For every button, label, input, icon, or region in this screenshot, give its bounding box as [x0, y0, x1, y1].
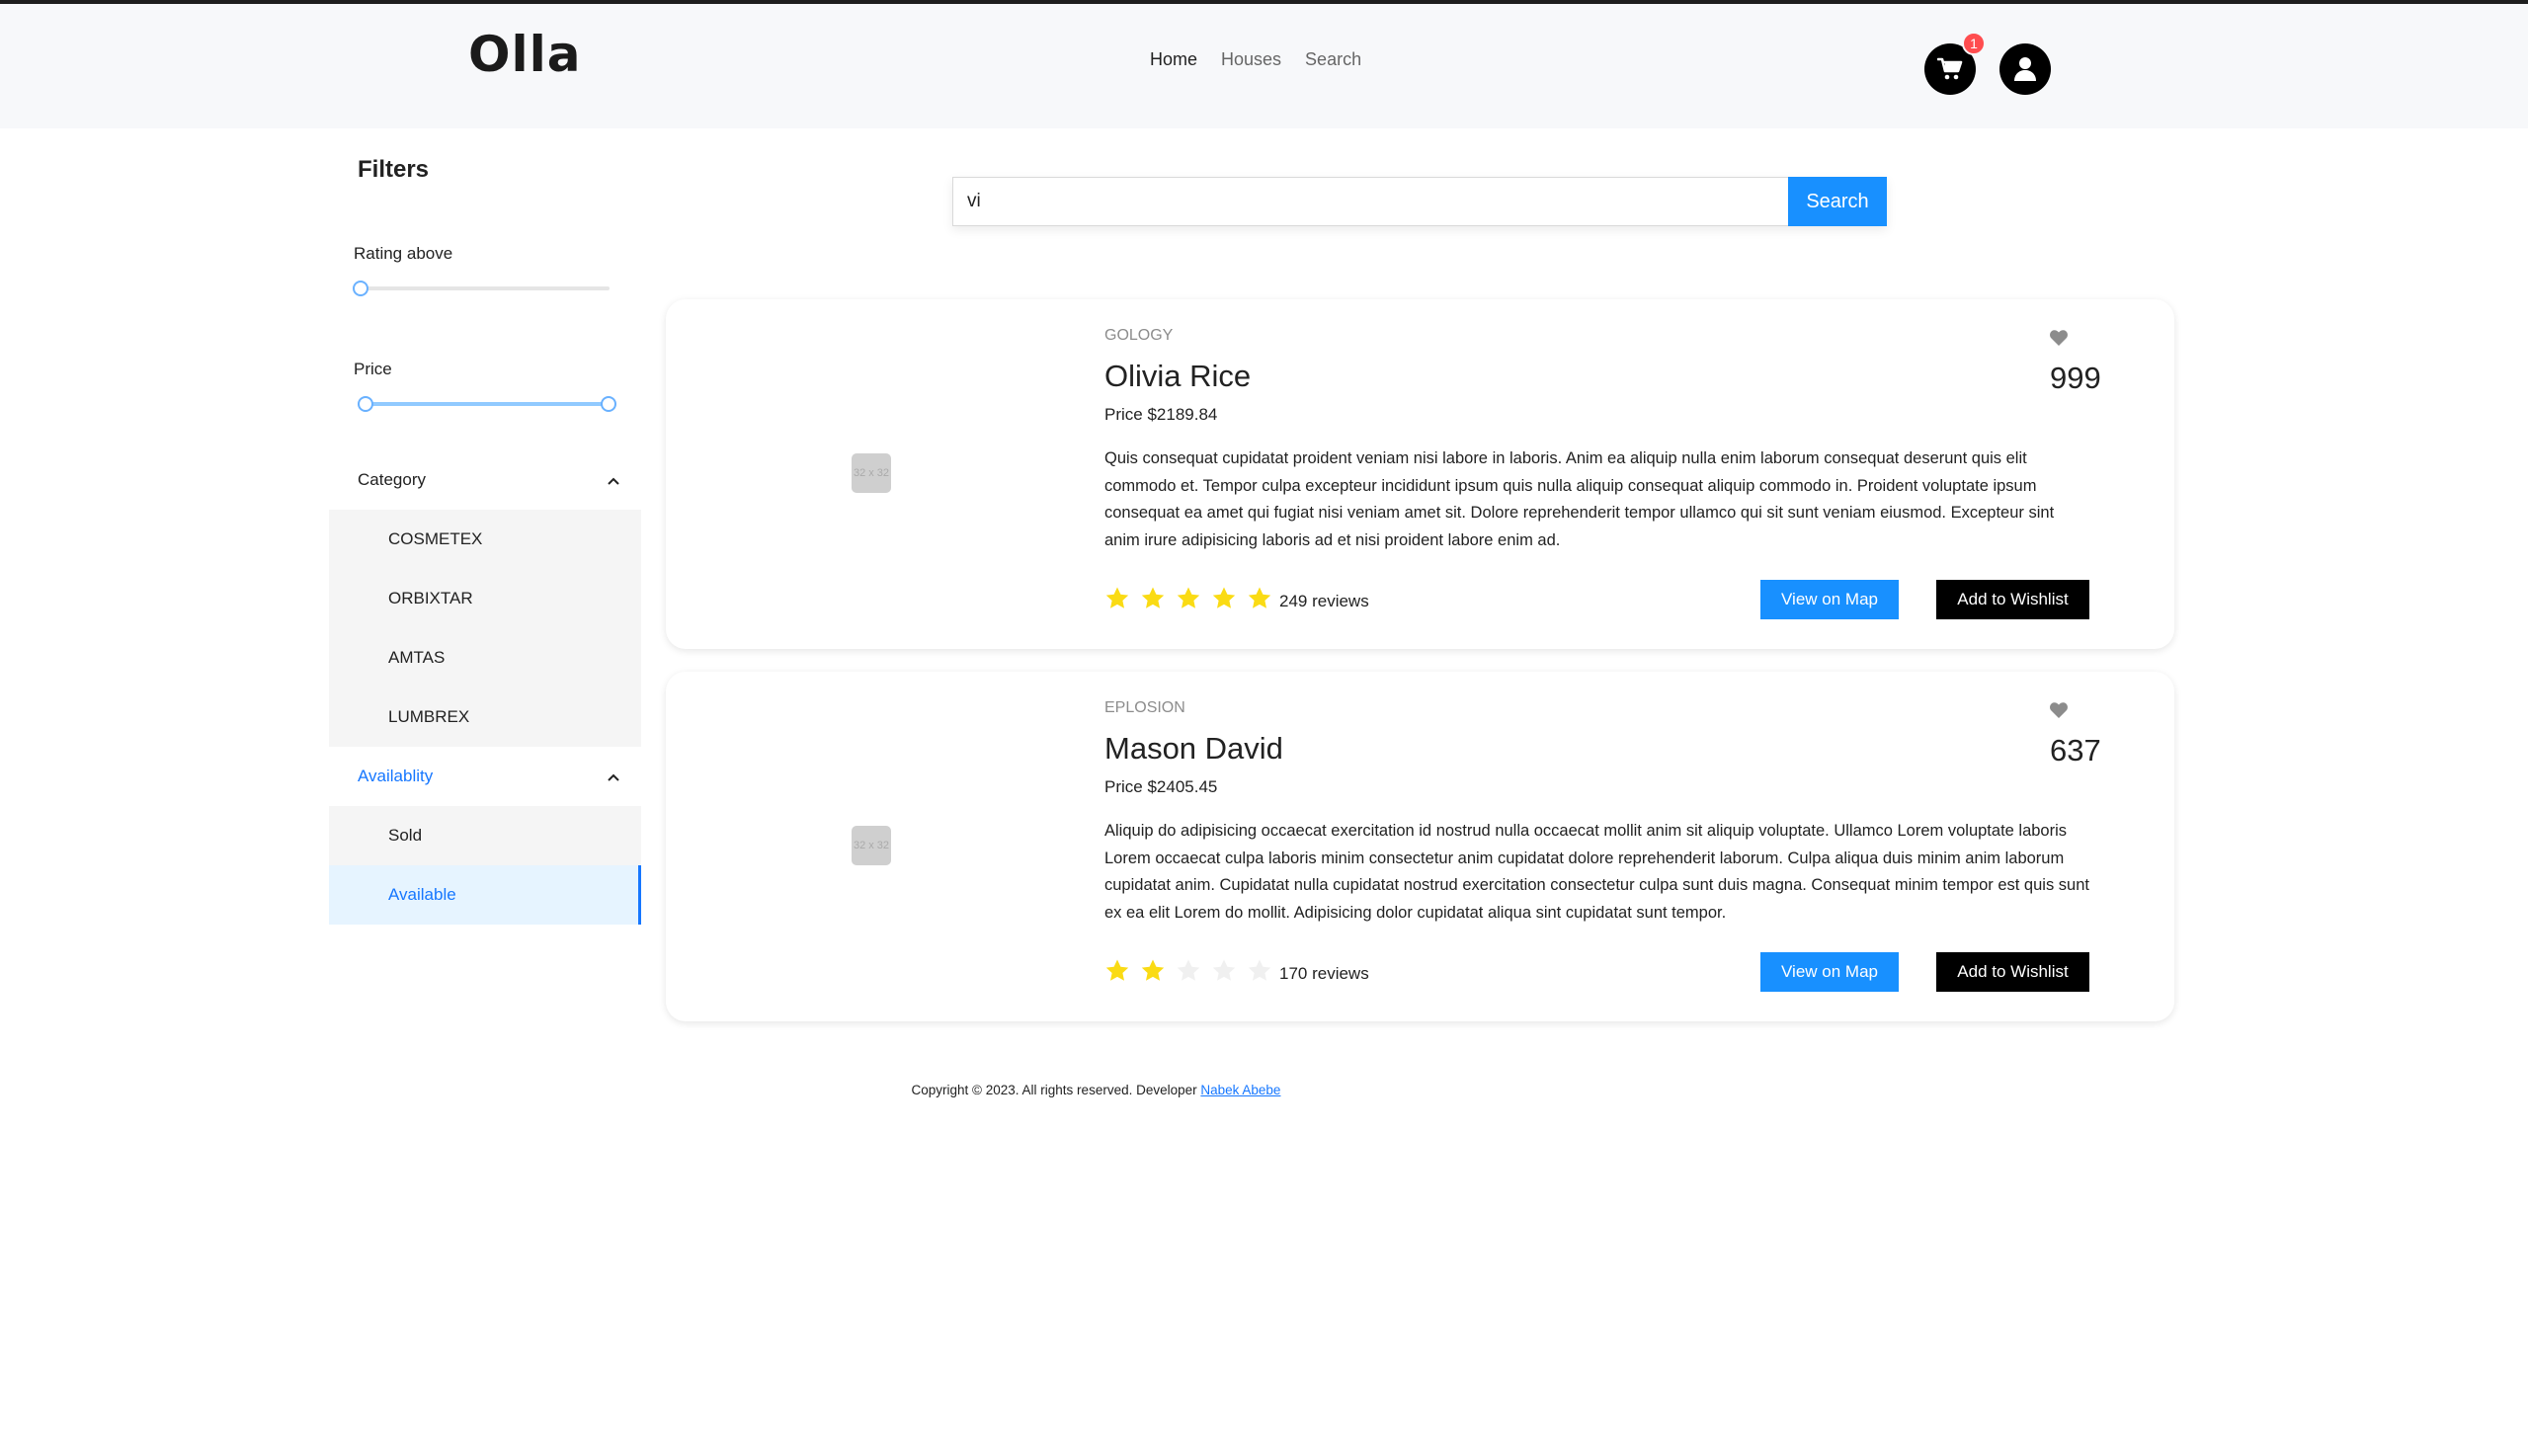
listing-card: 32 x 32 EPLOSION Mason David Price $2405.45…: [666, 672, 2174, 1021]
star-icon[interactable]: [1140, 958, 1166, 984]
listing-title: Mason David: [1104, 731, 1283, 766]
cart-icon: [1937, 57, 1963, 80]
nav-home[interactable]: Home: [1150, 49, 1197, 70]
filters-title: Filters: [358, 156, 430, 183]
listing-rating[interactable]: [1104, 958, 1272, 984]
listing-rating[interactable]: [1104, 586, 1272, 611]
nav-houses[interactable]: Houses: [1221, 49, 1281, 70]
availability-item-sold[interactable]: Sold: [329, 806, 641, 865]
listing-card: 32 x 32 GOLOGY Olivia Rice Price $2189.84 Qu…: [666, 299, 2174, 649]
developer-link[interactable]: Nabek Abebe: [1200, 1083, 1280, 1097]
rating-label: Rating above: [354, 244, 453, 263]
chevron-up-icon: [608, 472, 619, 488]
price-slider-max-handle[interactable]: [601, 396, 616, 412]
chevron-up-icon: [608, 768, 619, 784]
listing-price: Price $2189.84: [1104, 405, 1218, 424]
listing-description: Quis consequat cupidatat proident veniam…: [1104, 449, 2055, 549]
logo[interactable]: Olla: [468, 26, 582, 83]
listing-likes: 999: [2050, 361, 2101, 395]
listing-description: Aliquip do adipisicing occaecat exercita…: [1104, 822, 2089, 922]
star-icon[interactable]: [1140, 586, 1166, 611]
rating-slider-track[interactable]: [361, 286, 610, 290]
category-submenu-title[interactable]: Category: [329, 450, 641, 510]
category-item-cosmetex[interactable]: COSMETEX: [329, 510, 641, 569]
search-button[interactable]: Search: [1788, 177, 1887, 226]
heart-icon[interactable]: [2049, 701, 2069, 719]
site-header: Olla Home Houses Search 1: [0, 4, 2528, 128]
listing-price: Price $2405.45: [1104, 777, 1218, 796]
footer: Copyright © 2023. All rights reserved. D…: [0, 1083, 2528, 1097]
listing-category: GOLOGY: [1104, 327, 1174, 344]
listing-image-placeholder: 32 x 32: [852, 453, 891, 493]
availability-list: Sold Available: [329, 806, 641, 925]
user-icon: [2014, 57, 2036, 81]
heart-icon[interactable]: [2049, 329, 2069, 347]
listing-category: EPLOSION: [1104, 699, 1185, 716]
availability-label: Availablity: [358, 767, 434, 785]
listing-reviews: 249 reviews: [1279, 592, 1369, 610]
star-icon[interactable]: [1247, 586, 1272, 611]
star-icon[interactable]: [1247, 958, 1272, 984]
star-icon[interactable]: [1104, 958, 1130, 984]
search-bar: Search: [952, 177, 1887, 226]
price-slider-min-handle[interactable]: [358, 396, 373, 412]
view-on-map-button[interactable]: View on Map: [1760, 580, 1899, 619]
listing-likes: 637: [2050, 733, 2101, 768]
category-label: Category: [358, 470, 426, 489]
availability-submenu-title[interactable]: Availablity: [329, 747, 641, 806]
star-icon[interactable]: [1176, 958, 1201, 984]
listing-title: Olivia Rice: [1104, 359, 1252, 393]
cart-count-badge: 1: [1962, 32, 1986, 55]
filter-menu: Category COSMETEX ORBIXTAR AMTAS LUMBREX…: [329, 450, 641, 925]
category-list: COSMETEX ORBIXTAR AMTAS LUMBREX: [329, 510, 641, 747]
rating-slider-handle[interactable]: [353, 281, 368, 296]
user-button[interactable]: [1999, 43, 2051, 95]
category-item-orbixtar[interactable]: ORBIXTAR: [329, 569, 641, 628]
add-to-wishlist-button[interactable]: Add to Wishlist: [1936, 580, 2089, 619]
listing-image-placeholder: 32 x 32: [852, 826, 891, 865]
star-icon[interactable]: [1176, 586, 1201, 611]
search-input[interactable]: [952, 177, 1788, 226]
main-nav: Home Houses Search: [1150, 49, 1361, 70]
star-icon[interactable]: [1211, 586, 1237, 611]
availability-item-available[interactable]: Available: [329, 865, 641, 925]
nav-search[interactable]: Search: [1305, 49, 1361, 70]
listing-reviews: 170 reviews: [1279, 964, 1369, 983]
copyright-text: Copyright © 2023. All rights reserved. D…: [911, 1083, 1201, 1097]
category-item-lumbrex[interactable]: LUMBREX: [329, 688, 641, 747]
star-icon[interactable]: [1104, 586, 1130, 611]
price-slider-fill: [366, 402, 609, 406]
star-icon[interactable]: [1211, 958, 1237, 984]
add-to-wishlist-button[interactable]: Add to Wishlist: [1936, 952, 2089, 992]
price-label: Price: [354, 360, 392, 378]
category-item-amtas[interactable]: AMTAS: [329, 628, 641, 688]
view-on-map-button[interactable]: View on Map: [1760, 952, 1899, 992]
